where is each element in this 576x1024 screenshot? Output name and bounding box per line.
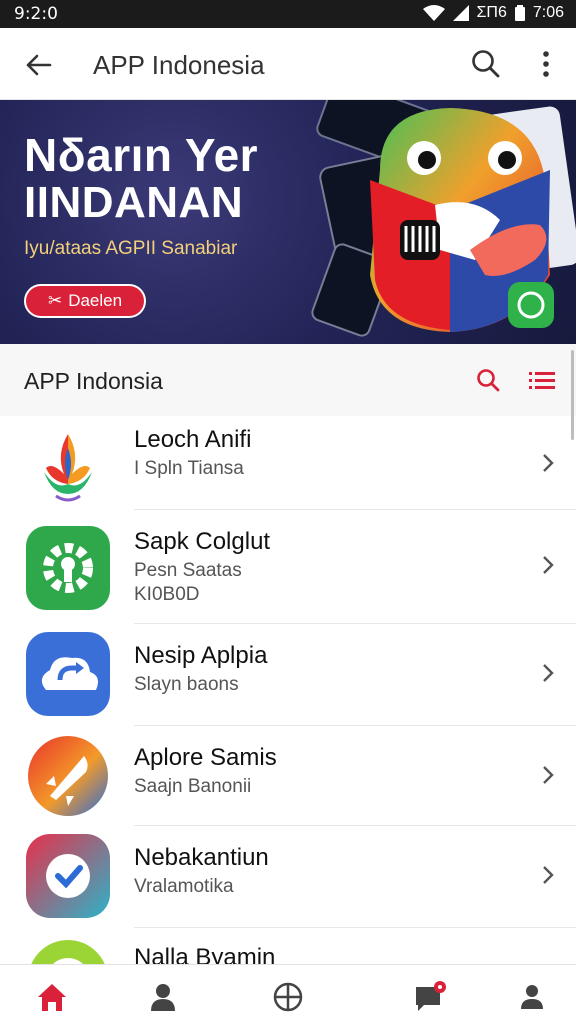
signal-icon xyxy=(452,5,469,21)
arrow-left-icon xyxy=(26,54,52,76)
app-name: Nesip Aplpia xyxy=(134,642,268,669)
nav-explore-button[interactable] xyxy=(270,979,306,1015)
chevron-right-icon xyxy=(543,866,554,884)
nav-messages-button[interactable] xyxy=(412,979,448,1015)
app-name: Nalla Byamin xyxy=(134,944,276,964)
flame-flower-icon xyxy=(44,434,92,502)
banner-subtitle: Iyu/ataas AGPII Sanabiar xyxy=(24,238,238,259)
cloud-refresh-icon xyxy=(26,632,110,716)
list-view-button[interactable] xyxy=(527,366,557,394)
mascot-illustration xyxy=(311,100,576,337)
banner-title-line2: IINDANAN xyxy=(24,178,244,227)
app-subtitle: I Spln Tiansa xyxy=(134,458,244,479)
back-button[interactable] xyxy=(22,48,56,82)
app-subtitle: Saajn Banonii xyxy=(134,776,252,797)
chevron-right-icon xyxy=(543,766,554,784)
status-bar: 9:2:0 ΣΠ6 7:06 xyxy=(0,0,576,28)
banner-cta-label: Daelen xyxy=(68,291,123,310)
status-icons: ΣΠ6 7:06 xyxy=(422,4,564,22)
nav-profile-button[interactable] xyxy=(145,979,181,1015)
scrollbar[interactable] xyxy=(571,350,574,440)
search-icon xyxy=(477,369,500,392)
app-subtitle: Vralamotika xyxy=(134,876,234,897)
more-options-button[interactable] xyxy=(532,46,560,82)
list-item[interactable]: Leoch Anifi I Spln Tiansa xyxy=(0,416,576,510)
bottom-nav xyxy=(0,964,576,1024)
section-title: APP Indonsia xyxy=(24,368,163,394)
rocket-icon xyxy=(28,736,108,816)
person-bust-icon xyxy=(151,984,175,1011)
list-item[interactable]: Nebakantiun Vralamotika xyxy=(0,826,576,928)
list-icon xyxy=(529,372,555,389)
more-vertical-icon xyxy=(543,51,549,77)
app-name: Sapk Colglut xyxy=(134,528,271,555)
nav-home-button[interactable] xyxy=(34,979,70,1015)
list-item[interactable]: Nalla Byamin xyxy=(0,928,576,964)
section-header: APP Indonsia xyxy=(0,344,576,416)
green-circle-icon xyxy=(31,940,105,964)
chevron-right-icon xyxy=(543,454,554,472)
app-extra: KI0B0D xyxy=(134,584,200,605)
person-icon xyxy=(521,985,543,1009)
chat-badge-icon xyxy=(416,981,446,1011)
status-time-left: 9:2:0 xyxy=(14,4,58,24)
search-icon xyxy=(472,50,500,78)
app-list: Leoch Anifi I Spln Tiansa Sapk Colglut P… xyxy=(0,416,576,964)
promo-banner[interactable]: Nδarın Yer IINDANAN Iyu/ataas AGPII Sana… xyxy=(0,100,576,344)
banner-cta-button[interactable]: ✂ Daelen xyxy=(24,284,146,318)
app-name: Leoch Anifi xyxy=(134,426,252,453)
battery-icon xyxy=(514,5,525,21)
app-name: Nebakantiun xyxy=(134,844,269,871)
nav-account-button[interactable] xyxy=(514,979,550,1015)
banner-title-line1: Nδarın Yer xyxy=(24,129,259,181)
app-subtitle: Slayn baons xyxy=(134,674,239,695)
chevron-right-icon xyxy=(543,556,554,574)
globe-icon xyxy=(273,982,303,1012)
check-badge-icon xyxy=(26,834,110,918)
list-item[interactable]: Aplore Samis Saajn Banonii xyxy=(0,726,576,826)
section-search-button[interactable] xyxy=(474,366,502,394)
page-title: APP Indonesia xyxy=(93,50,265,80)
home-icon xyxy=(38,984,66,1011)
status-time-right: 7:06 xyxy=(532,4,564,21)
network-label: ΣΠ6 xyxy=(476,4,507,21)
tools-icon: ✂ xyxy=(47,291,63,310)
app-name: Aplore Samis xyxy=(134,744,277,771)
list-item[interactable]: Nesip Aplpia Slayn baons xyxy=(0,624,576,726)
app-subtitle: Pesn Saatas xyxy=(134,560,242,581)
app-bar: APP Indonesia xyxy=(0,28,576,100)
wifi-icon xyxy=(422,5,445,21)
gear-lock-icon xyxy=(26,526,110,610)
list-item[interactable]: Sapk Colglut Pesn Saatas KI0B0D xyxy=(0,510,576,624)
search-button[interactable] xyxy=(468,46,504,82)
chevron-right-icon xyxy=(543,664,554,682)
